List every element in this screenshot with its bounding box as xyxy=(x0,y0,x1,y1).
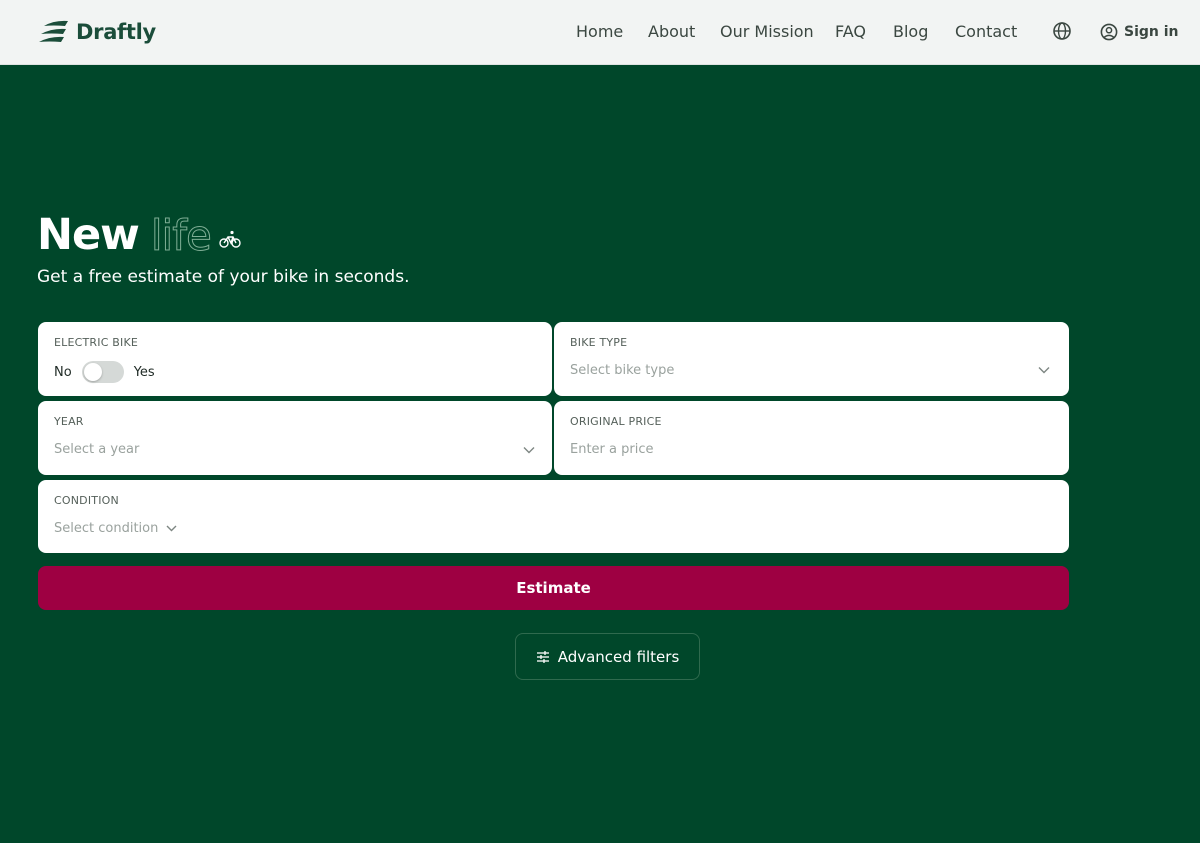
chevron-down-icon xyxy=(166,525,177,532)
estimate-button[interactable]: Estimate xyxy=(38,566,1069,610)
nav-home[interactable]: Home xyxy=(576,22,623,42)
nav-blog[interactable]: Blog xyxy=(893,22,928,42)
bike-type-placeholder: Select bike type xyxy=(570,363,675,378)
nav-contact[interactable]: Contact xyxy=(955,22,1017,42)
nav-about[interactable]: About xyxy=(648,22,695,42)
user-circle-icon xyxy=(1100,23,1118,41)
electric-bike-field: ELECTRIC BIKE No Yes xyxy=(38,322,552,396)
brand-logo[interactable]: Draftly xyxy=(38,16,156,48)
nav-our-mission[interactable]: Our Mission xyxy=(720,22,814,42)
condition-select[interactable]: Select condition xyxy=(54,521,177,536)
condition-field: CONDITION Select condition xyxy=(38,480,1069,553)
toggle-knob xyxy=(83,363,102,381)
year-placeholder: Select a year xyxy=(54,442,140,457)
site-header: Draftly Home About Our Mission FAQ Blog … xyxy=(0,0,1200,65)
advanced-filters-button[interactable]: Advanced filters xyxy=(515,633,700,680)
electric-bike-label: ELECTRIC BIKE xyxy=(54,336,139,349)
original-price-placeholder: Enter a price xyxy=(570,442,654,457)
advanced-filters-label: Advanced filters xyxy=(557,647,680,666)
sign-in-button[interactable]: Sign in xyxy=(1100,21,1179,43)
bike-type-select[interactable]: BIKE TYPE Select bike type xyxy=(554,322,1069,396)
nav-faq[interactable]: FAQ xyxy=(835,22,866,42)
hero-title-strong: New xyxy=(37,210,140,260)
brand-name: Draftly xyxy=(76,20,156,44)
electric-bike-toggle[interactable] xyxy=(81,361,124,383)
chevron-down-icon xyxy=(1038,367,1050,374)
condition-placeholder: Select condition xyxy=(54,521,159,536)
electric-bike-toggle-row: No Yes xyxy=(54,360,155,384)
bike-type-label: BIKE TYPE xyxy=(570,336,628,349)
year-label: YEAR xyxy=(54,415,84,428)
original-price-field[interactable]: ORIGINAL PRICE Enter a price xyxy=(554,401,1069,475)
sliders-icon xyxy=(536,650,549,663)
condition-label: CONDITION xyxy=(54,494,119,507)
logo-mark-icon xyxy=(39,20,68,42)
hero-title-outline: life xyxy=(150,210,212,260)
year-select[interactable]: YEAR Select a year xyxy=(38,401,552,475)
chevron-down-icon xyxy=(523,447,535,454)
toggle-no-label: No xyxy=(54,364,72,380)
hero-title: New life xyxy=(37,208,241,262)
sign-in-label: Sign in xyxy=(1124,24,1179,40)
hero-subtitle: Get a free estimate of your bike in seco… xyxy=(37,267,410,287)
toggle-yes-label: Yes xyxy=(133,364,155,380)
original-price-label: ORIGINAL PRICE xyxy=(570,415,662,428)
bicycle-icon xyxy=(219,230,241,248)
globe-icon[interactable] xyxy=(1052,21,1072,41)
